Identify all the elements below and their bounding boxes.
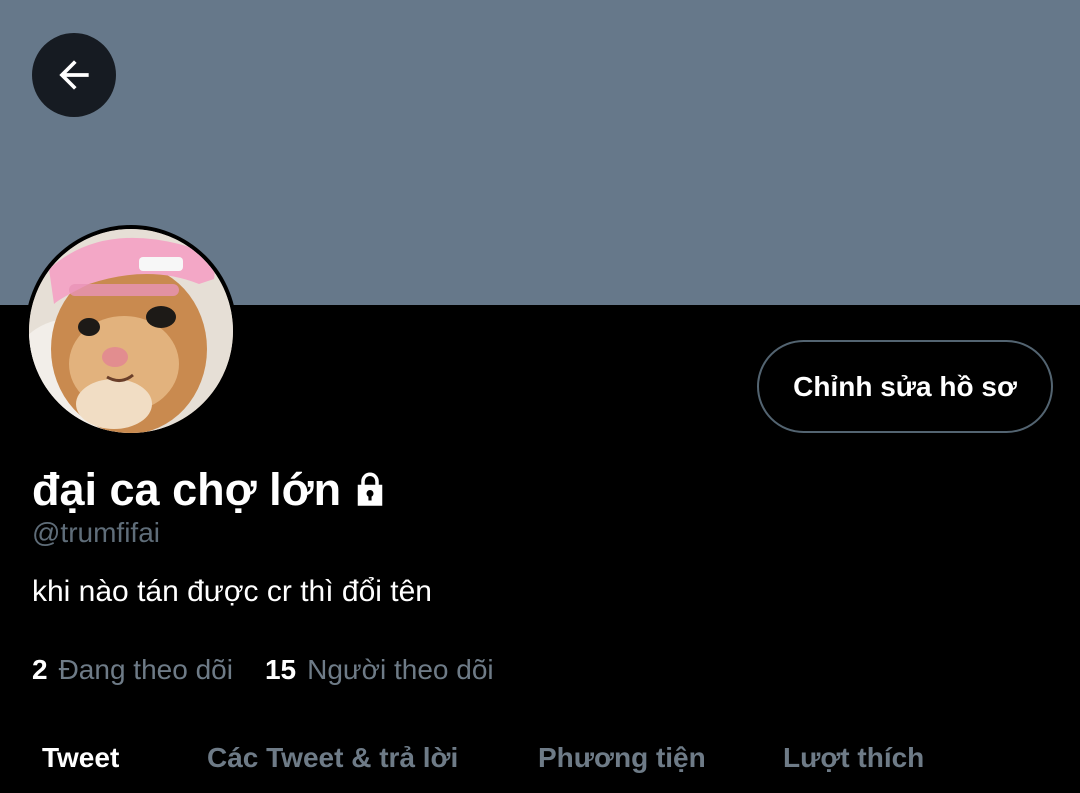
cat-avatar-image xyxy=(29,229,233,433)
display-name: đại ca chợ lớn xyxy=(32,464,342,515)
name-row: đại ca chợ lớn xyxy=(32,462,391,518)
lock-icon xyxy=(349,469,391,511)
following-link[interactable]: 2 Đang theo dõi xyxy=(32,654,233,686)
follow-stats: 2 Đang theo dõi 15 Người theo dõi xyxy=(32,654,526,686)
edit-profile-button[interactable]: Chỉnh sửa hồ sơ xyxy=(757,340,1053,433)
tab-media[interactable]: Phương tiện xyxy=(538,742,706,774)
followers-link[interactable]: 15 Người theo dõi xyxy=(265,654,494,686)
user-handle: @trumfifai xyxy=(32,517,160,548)
following-count: 2 xyxy=(32,654,48,685)
followers-label: Người theo dõi xyxy=(307,654,494,685)
followers-count: 15 xyxy=(264,654,297,685)
following-label: Đang theo dõi xyxy=(58,654,233,685)
back-button[interactable] xyxy=(32,33,116,117)
profile-tabs: Tweet Các Tweet & trả lời Phương tiện Lư… xyxy=(0,730,1080,793)
profile-avatar[interactable] xyxy=(25,225,237,437)
tab-tweets-replies[interactable]: Các Tweet & trả lời xyxy=(207,742,458,774)
profile-bio: khi nào tán được cr thì đổi tên xyxy=(32,575,432,608)
tab-tweets[interactable]: Tweet xyxy=(42,742,119,774)
tab-likes[interactable]: Lượt thích xyxy=(783,742,924,774)
back-arrow-icon xyxy=(59,60,89,90)
